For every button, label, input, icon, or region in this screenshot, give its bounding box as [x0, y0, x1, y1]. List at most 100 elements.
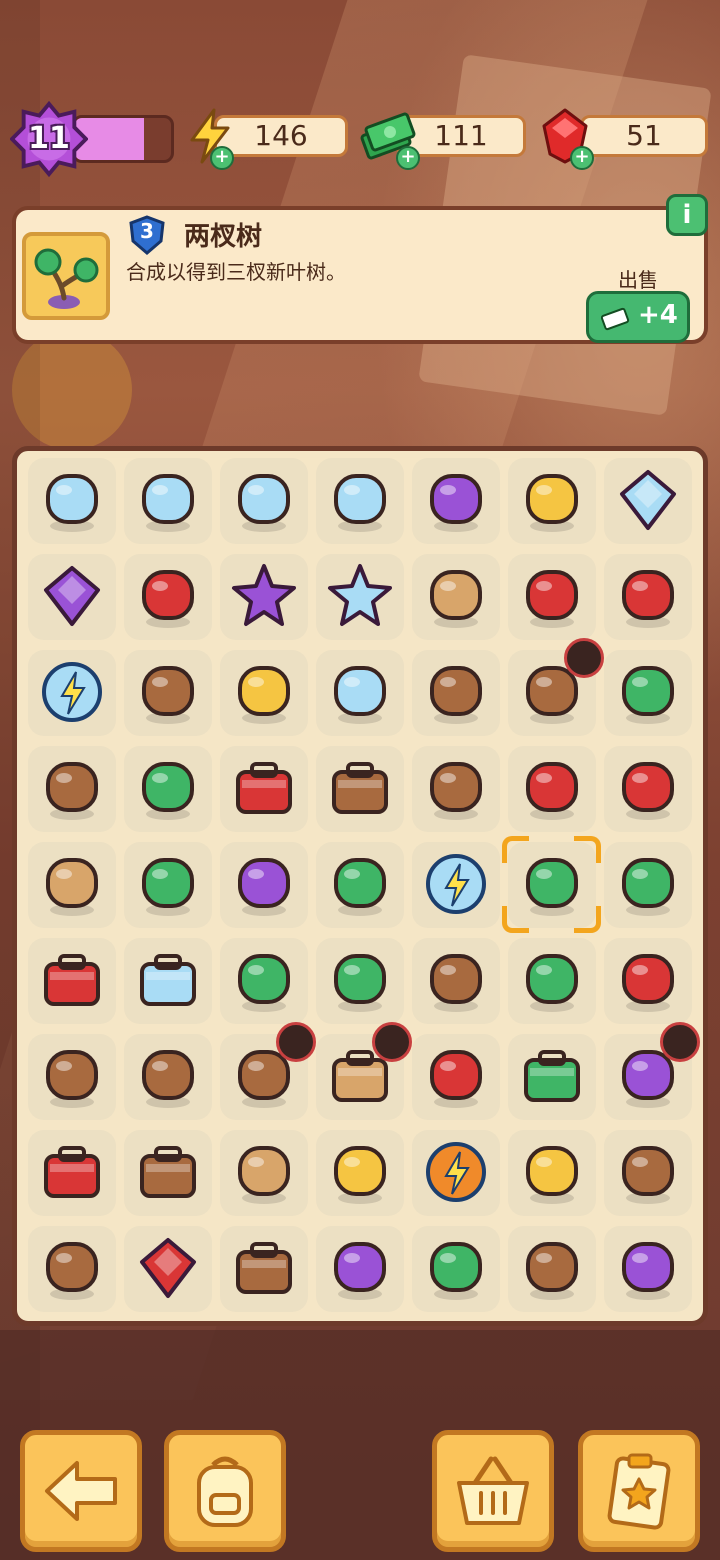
board-cell[interactable]: [604, 554, 692, 640]
magnifier-gold-icon[interactable]: [516, 464, 588, 536]
energy-add-icon[interactable]: +: [210, 146, 234, 170]
board-cell[interactable]: [28, 746, 116, 832]
board-cell[interactable]: [28, 1034, 116, 1120]
backpack-button[interactable]: [164, 1430, 286, 1552]
board-cell[interactable]: [508, 554, 596, 640]
board-cell[interactable]: [412, 1034, 500, 1120]
board-cell[interactable]: [316, 1130, 404, 1216]
board-cell[interactable]: [412, 1130, 500, 1216]
purple-star-icon[interactable]: [228, 560, 300, 632]
leaf-sprout-icon[interactable]: [612, 848, 684, 920]
board-cell[interactable]: [604, 1226, 692, 1312]
board-cell[interactable]: [604, 746, 692, 832]
energy-orb-orange-icon[interactable]: [420, 1136, 492, 1208]
board-cell[interactable]: [124, 1130, 212, 1216]
star-trophy-icon[interactable]: [324, 560, 396, 632]
red-tray-icon[interactable]: [36, 944, 108, 1016]
board-cell[interactable]: [124, 1034, 212, 1120]
wooden-crate-icon[interactable]: [228, 1232, 300, 1304]
board-cell[interactable]: [508, 1226, 596, 1312]
board-cell[interactable]: [502, 836, 601, 933]
board-cell[interactable]: [316, 1022, 412, 1120]
board-cell[interactable]: [124, 1226, 212, 1312]
board-cell[interactable]: [604, 650, 692, 736]
cash-add-icon[interactable]: +: [396, 146, 420, 170]
board-cell[interactable]: [508, 458, 596, 544]
board-cell[interactable]: [28, 842, 116, 928]
board-cell[interactable]: [220, 1130, 308, 1216]
board-cell[interactable]: [124, 650, 212, 736]
yellow-ring-icon[interactable]: [324, 1136, 396, 1208]
board-cell[interactable]: [220, 554, 308, 640]
beige-cubes-icon[interactable]: [36, 1232, 108, 1304]
board-cell[interactable]: [508, 1130, 596, 1216]
info-button[interactable]: i: [666, 194, 708, 236]
green-vacuum-icon[interactable]: [132, 848, 204, 920]
purple-scooter-icon[interactable]: [612, 1232, 684, 1304]
board-cell[interactable]: [412, 554, 500, 640]
red-broom-icon[interactable]: [612, 944, 684, 1016]
purple-bicycle-icon[interactable]: [324, 1232, 396, 1304]
board-cell[interactable]: [604, 1130, 692, 1216]
cash-bill-icon[interactable]: [516, 1040, 588, 1112]
board-cell[interactable]: [604, 1022, 700, 1120]
treasure-chest-icon[interactable]: [132, 1136, 204, 1208]
pruning-shears-icon[interactable]: [612, 560, 684, 632]
board-cell[interactable]: [124, 746, 212, 832]
broken-pot-icon[interactable]: [516, 1232, 588, 1304]
board-cell[interactable]: [220, 1226, 308, 1312]
flower-pot-icon[interactable]: [420, 944, 492, 1016]
board-cell[interactable]: [220, 1022, 316, 1120]
board-cell[interactable]: [604, 842, 692, 928]
bonsai-tree-icon[interactable]: [420, 1232, 492, 1304]
board-cell[interactable]: [316, 746, 404, 832]
energy-orb-blue-icon[interactable]: [36, 656, 108, 728]
drum-log-icon[interactable]: [612, 1136, 684, 1208]
board-cell[interactable]: [604, 938, 692, 1024]
energy-orb-blue-icon[interactable]: [420, 848, 492, 920]
small-sprout-icon[interactable]: [228, 944, 300, 1016]
board-cell[interactable]: [316, 1226, 404, 1312]
back-button[interactable]: [20, 1430, 142, 1552]
board-cell[interactable]: [316, 938, 404, 1024]
puzzle-pieces-icon[interactable]: [420, 752, 492, 824]
board-cell[interactable]: [124, 938, 212, 1024]
board-cell[interactable]: [412, 458, 500, 544]
red-glove-icon[interactable]: [132, 560, 204, 632]
potted-plant-icon[interactable]: [36, 752, 108, 824]
board-cell[interactable]: [28, 938, 116, 1024]
red-machine-icon[interactable]: [420, 1040, 492, 1112]
board-cell[interactable]: [604, 458, 692, 544]
cash-bundle-icon[interactable]: [324, 944, 396, 1016]
cash-pile-icon[interactable]: [516, 944, 588, 1016]
bike-wheels-icon[interactable]: [228, 1136, 300, 1208]
board-cell[interactable]: [220, 458, 308, 544]
crystal-ball-icon[interactable]: [324, 656, 396, 728]
red-toolbox-icon[interactable]: [228, 752, 300, 824]
tasks-button[interactable]: [578, 1430, 700, 1552]
caution-barrier-icon[interactable]: [36, 848, 108, 920]
shield-trophy-icon[interactable]: [228, 464, 300, 536]
board-cell[interactable]: [124, 458, 212, 544]
stump-tools-icon[interactable]: [132, 1040, 204, 1112]
lamp-double-icon[interactable]: [420, 560, 492, 632]
board-cell[interactable]: [124, 842, 212, 928]
board-cell[interactable]: [316, 650, 404, 736]
board-cell[interactable]: [412, 1226, 500, 1312]
red-ruby-icon[interactable]: [132, 1232, 204, 1304]
cookie-piece-icon[interactable]: [132, 656, 204, 728]
blue-gem-icon[interactable]: [612, 464, 684, 536]
yellow-glasses-icon[interactable]: [228, 656, 300, 728]
board-cell[interactable]: [508, 1034, 596, 1120]
purple-moth-icon[interactable]: [228, 848, 300, 920]
board-cell[interactable]: [28, 458, 116, 544]
board-cell[interactable]: [508, 938, 596, 1024]
board-cell[interactable]: [220, 842, 308, 928]
cash-stack-icon[interactable]: [612, 656, 684, 728]
board-cell[interactable]: [28, 650, 116, 736]
board-cell[interactable]: [412, 650, 500, 736]
purple-diamond-icon[interactable]: [36, 560, 108, 632]
board-cell[interactable]: [412, 842, 500, 928]
board-cell[interactable]: [124, 554, 212, 640]
lamp-purple-icon[interactable]: [420, 464, 492, 536]
